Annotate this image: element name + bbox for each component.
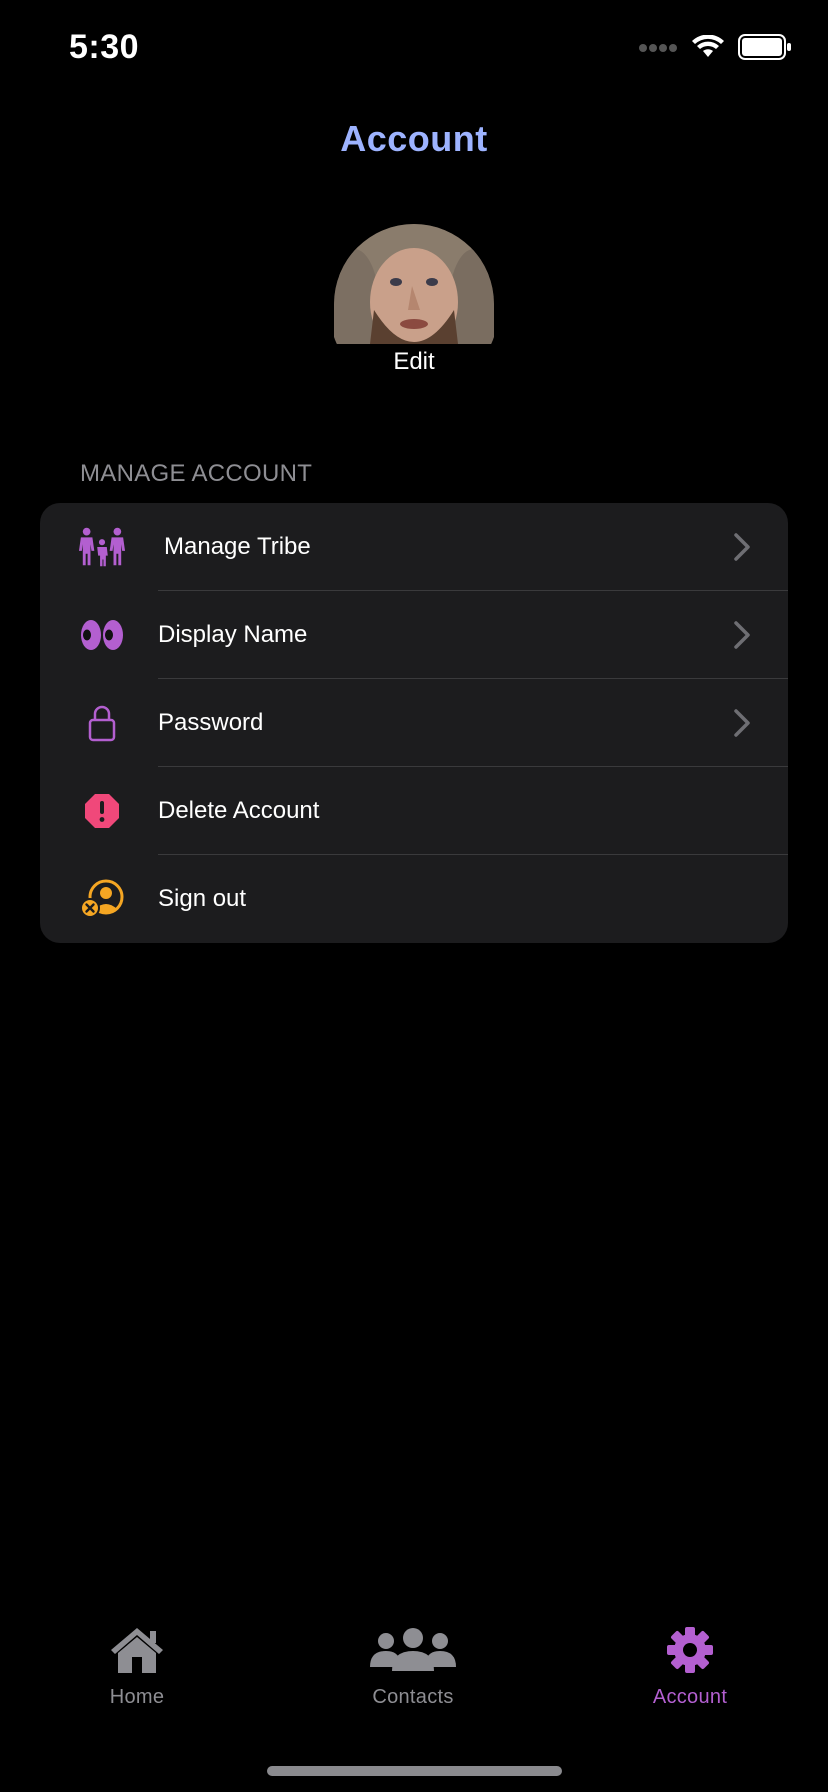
chevron-right-icon (732, 619, 752, 651)
avatar[interactable] (334, 224, 494, 344)
delete-account-row[interactable]: Delete Account (40, 767, 788, 855)
password-label: Password (158, 709, 264, 736)
family-icon (78, 523, 126, 571)
status-icons (638, 34, 792, 65)
warning-octagon-icon (78, 787, 126, 835)
display-name-row[interactable]: Display Name (40, 591, 788, 679)
tab-contacts-label: Contacts (372, 1686, 454, 1708)
wifi-icon (692, 34, 724, 64)
tab-home[interactable]: Home (37, 1620, 237, 1709)
gear-icon (590, 1620, 790, 1680)
display-name-label: Display Name (158, 621, 308, 648)
tab-account[interactable]: Account (590, 1620, 790, 1709)
password-row[interactable]: Password (40, 679, 788, 767)
sign-out-user-icon (78, 875, 126, 923)
eyes-icon (78, 611, 126, 659)
section-header: MANAGE ACCOUNT (80, 460, 313, 487)
sign-out-row[interactable]: Sign out (40, 855, 788, 943)
sign-out-label: Sign out (158, 885, 247, 912)
house-icon (37, 1620, 237, 1680)
signal-icon (638, 41, 678, 59)
manage-tribe-label: Manage Tribe (164, 533, 311, 560)
home-indicator[interactable] (267, 1766, 562, 1776)
status-bar: 5:30 (0, 0, 828, 100)
tab-bar: Home Contacts Account (0, 1620, 828, 1720)
chevron-right-icon (732, 531, 752, 563)
battery-icon (738, 34, 792, 65)
people-icon (313, 1620, 513, 1680)
chevron-right-icon (732, 707, 752, 739)
status-time: 5:30 (69, 28, 140, 66)
manage-tribe-row[interactable]: Manage Tribe (40, 503, 788, 591)
page-title: Account (340, 118, 488, 159)
manage-account-list: Manage Tribe Display Name Password Delet… (40, 503, 788, 943)
tab-contacts[interactable]: Contacts (313, 1620, 513, 1709)
edit-avatar-button[interactable]: Edit (0, 348, 828, 376)
tab-home-label: Home (109, 1686, 165, 1708)
delete-account-label: Delete Account (158, 797, 320, 824)
lock-icon (78, 699, 126, 747)
tab-account-label: Account (652, 1686, 728, 1708)
